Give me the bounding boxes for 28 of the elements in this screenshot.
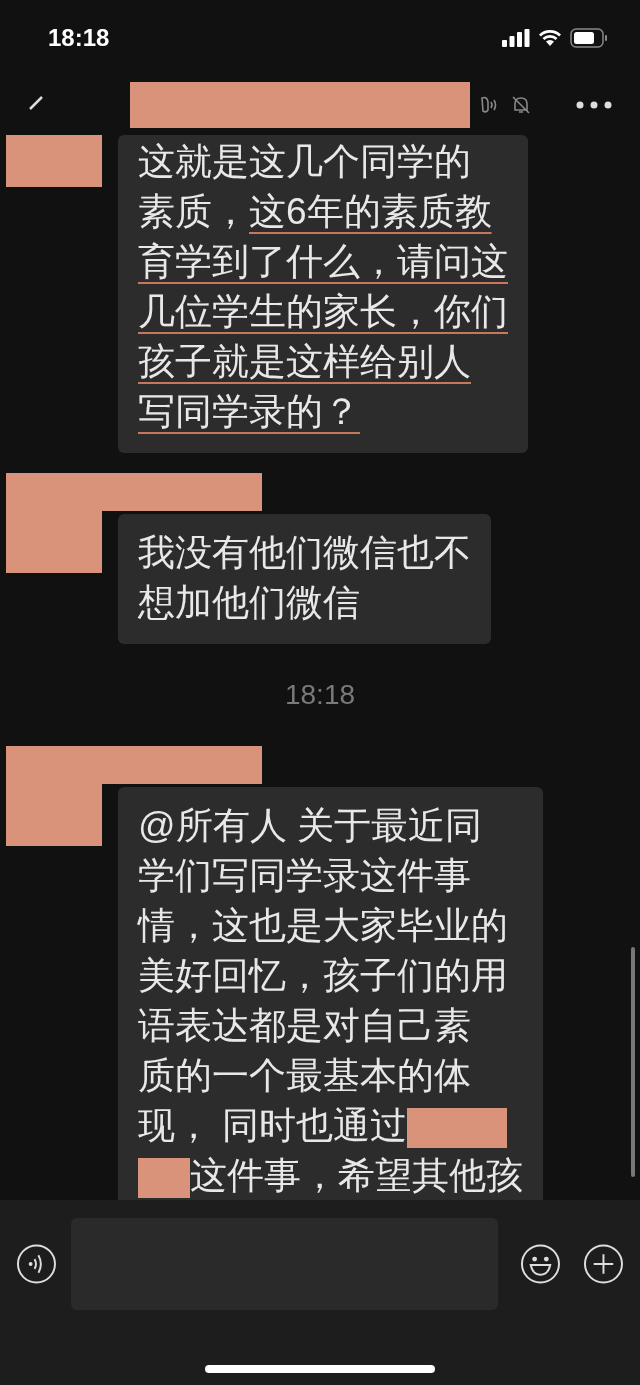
message-text: 我没有他们微信也不	[138, 532, 471, 573]
message-text: 这6年的素质教	[249, 191, 492, 232]
message-text: 孩子就是这样给别人	[138, 341, 471, 382]
battery-icon	[570, 27, 608, 48]
message-text: @所有人 关于最近同	[138, 805, 482, 846]
message-text: 写同学录的？	[138, 391, 360, 432]
message-text: 现， 同时也通过	[138, 1105, 408, 1146]
message-text: 想加他们微信	[138, 582, 360, 623]
emoji-icon[interactable]	[520, 1243, 562, 1285]
message-text: 育学到了什么，请问这	[138, 241, 508, 282]
message-text: 美好回忆，孩子们的用	[138, 955, 508, 996]
message-text: 素质，	[138, 191, 249, 232]
more-icon[interactable]	[576, 101, 612, 109]
redaction-block	[138, 1158, 190, 1199]
message-text: 学们写同学录这件事	[138, 855, 471, 896]
message-text: 质的一个最基本的体	[138, 1055, 471, 1096]
message-text: 语表达都是对自己素	[138, 1005, 471, 1046]
plus-icon[interactable]	[583, 1243, 624, 1285]
message-text: 几位学生的家长，你们	[138, 291, 508, 332]
wifi-icon	[538, 28, 562, 47]
timestamp: 18:18	[284, 678, 356, 712]
message-text: 这件事，希望其他孩	[190, 1155, 523, 1196]
voice-icon[interactable]	[16, 1243, 57, 1285]
message-text: 这就是这几个同学的	[138, 141, 471, 182]
muted-bell-icon	[510, 94, 532, 116]
message-text: 情，这也是大家毕业的	[138, 905, 508, 946]
status-time: 18:18	[48, 22, 110, 53]
signal-icon	[502, 28, 530, 47]
